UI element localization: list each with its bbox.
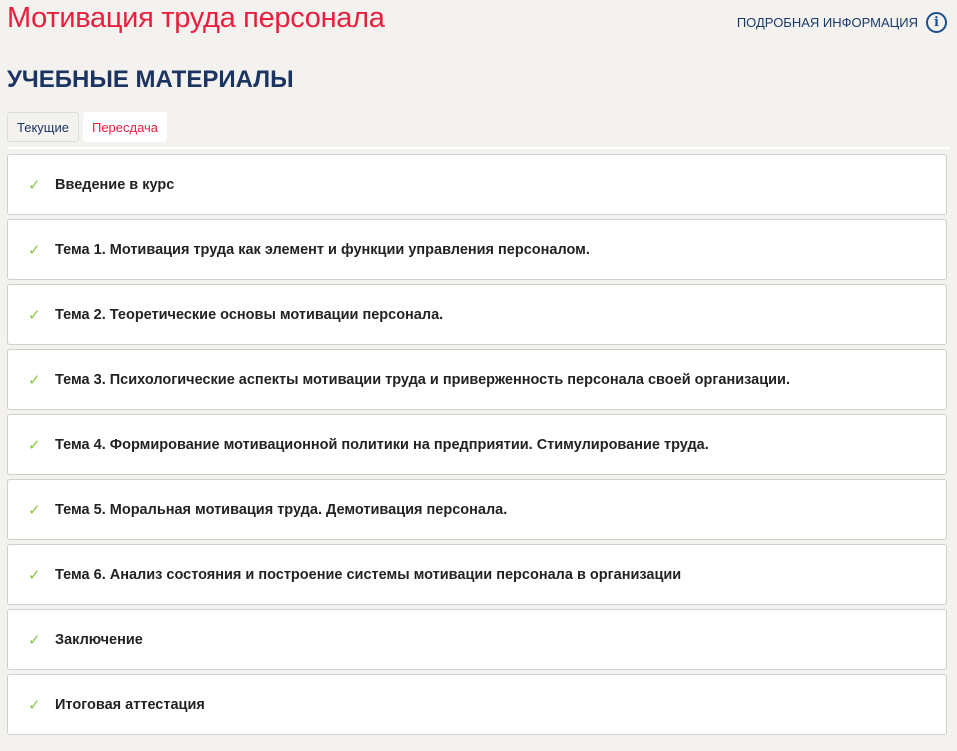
list-item-label: Тема 1. Мотивация труда как элемент и фу…	[55, 241, 590, 258]
section-title: УЧЕБНЫЕ МАТЕРИАЛЫ	[7, 66, 294, 93]
list-item[interactable]: ✓ Тема 5. Моральная мотивация труда. Демо…	[7, 479, 947, 540]
list-item-label: Тема 3. Психологические аспекты мотиваци…	[55, 371, 790, 388]
list-item[interactable]: ✓ Итоговая аттестация	[7, 674, 947, 735]
tab-retake[interactable]: Пересдача	[82, 112, 168, 142]
check-icon: ✓	[28, 306, 41, 324]
list-item-label: Тема 4. Формирование мотивационной полит…	[55, 436, 709, 453]
list-item-label: Заключение	[55, 631, 143, 648]
page-title: Мотивация труда персонала	[7, 2, 385, 34]
list-item-label: Тема 2. Теоретические основы мотивации п…	[55, 306, 444, 323]
list-item-label: Тема 6. Анализ состояния и построение си…	[55, 566, 682, 583]
list-item[interactable]: ✓ Тема 1. Мотивация труда как элемент и ф…	[7, 219, 947, 280]
list-item-label: Итоговая аттестация	[55, 696, 205, 713]
list-item[interactable]: ✓ Тема 3. Психологические аспекты мотивац…	[7, 349, 947, 410]
more-info-label: ПОДРОБНАЯ ИНФОРМАЦИЯ	[736, 15, 918, 30]
list-item[interactable]: ✓ Введение в курс	[7, 154, 947, 215]
check-icon: ✓	[28, 176, 41, 194]
tab-current[interactable]: Текущие	[7, 112, 79, 142]
list-item[interactable]: ✓ Заключение	[7, 609, 947, 670]
check-icon: ✓	[28, 371, 41, 389]
check-icon: ✓	[28, 566, 41, 584]
check-icon: ✓	[28, 501, 41, 519]
list-item-label: Введение в курс	[55, 176, 175, 193]
tabs: Текущие Пересдача	[7, 112, 168, 142]
list-item[interactable]: ✓ Тема 6. Анализ состояния и построение с…	[7, 544, 947, 605]
list-item[interactable]: ✓ Тема 2. Теоретические основы мотивации …	[7, 284, 947, 345]
check-icon: ✓	[28, 436, 41, 454]
divider	[7, 147, 950, 149]
more-info-link[interactable]: ПОДРОБНАЯ ИНФОРМАЦИЯ i	[737, 12, 947, 33]
check-icon: ✓	[28, 696, 41, 714]
check-icon: ✓	[28, 241, 41, 259]
list-item[interactable]: ✓ Тема 4. Формирование мотивационной поли…	[7, 414, 947, 475]
info-icon: i	[926, 12, 947, 33]
materials-list: ✓ Введение в курс ✓ Тема 1. Мотивация труда…	[7, 154, 947, 739]
check-icon: ✓	[28, 631, 41, 649]
list-item-label: Тема 5. Моральная мотивация труда. Демот…	[55, 501, 508, 518]
